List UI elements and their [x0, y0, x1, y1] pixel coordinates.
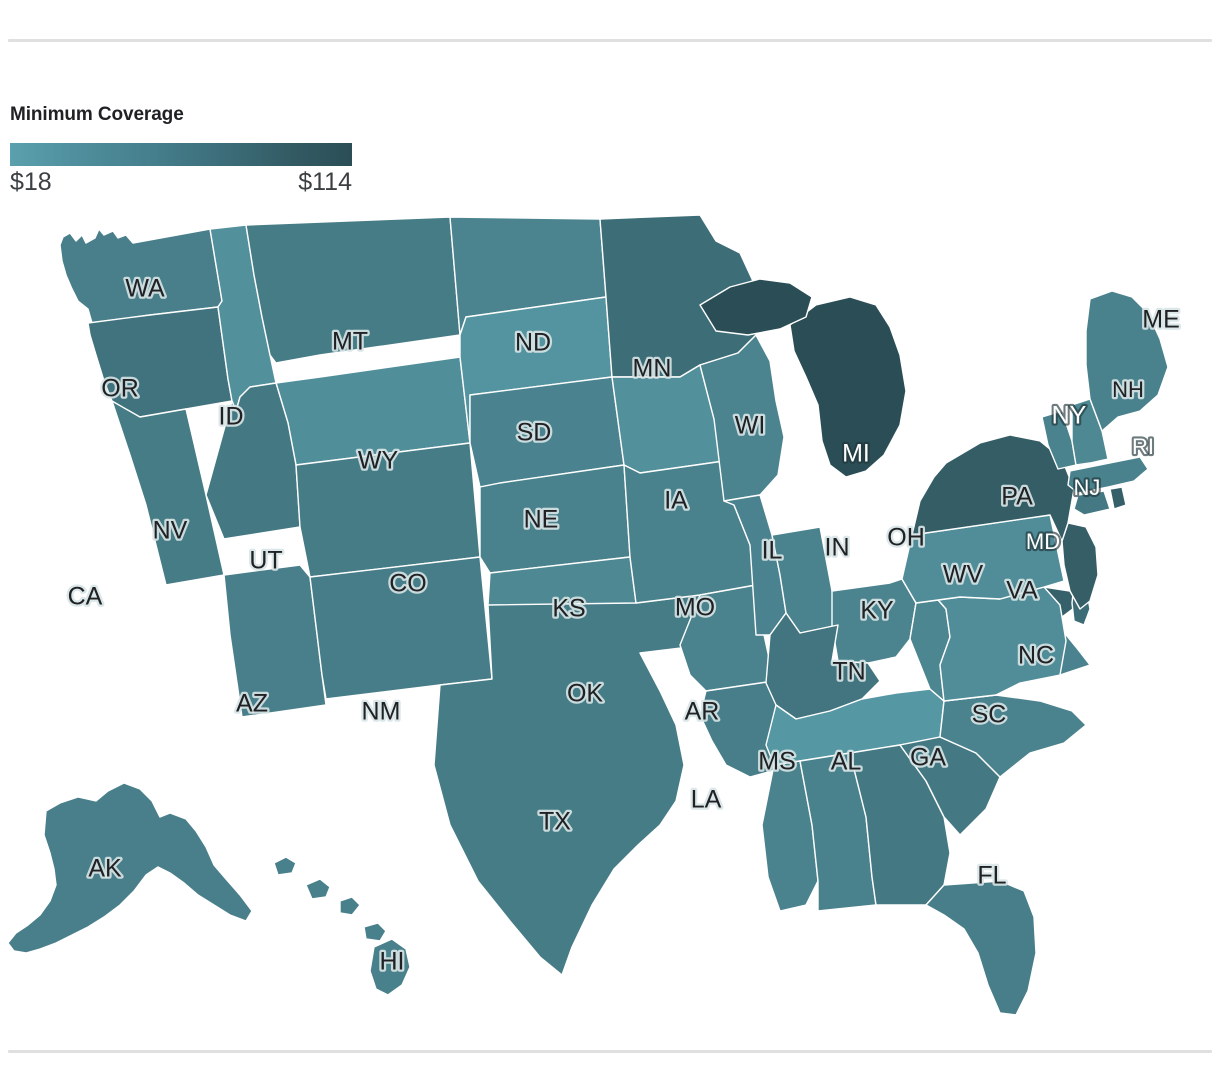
state-label-me: ME — [1142, 306, 1180, 334]
state-label-nd: ND — [515, 329, 551, 357]
state-label-ga: GA — [910, 744, 946, 772]
state-label-ar: AR — [685, 698, 720, 726]
state-label-wa: WA — [125, 275, 165, 303]
state-label-tx: TX — [539, 808, 571, 836]
state-label-nv: NV — [153, 517, 188, 545]
state-fl[interactable] — [925, 880, 1037, 1015]
state-label-id: ID — [219, 403, 244, 431]
state-label-ri: RI — [1132, 434, 1154, 459]
state-label-wv: WV — [943, 561, 984, 589]
state-label-pa: PA — [1001, 483, 1033, 511]
state-ak[interactable] — [7, 782, 253, 954]
state-label-ky: KY — [860, 597, 894, 625]
state-or[interactable] — [87, 306, 233, 422]
state-label-wy: WY — [358, 447, 399, 475]
state-label-ak: AK — [88, 855, 122, 883]
legend-min-label: $18 — [10, 168, 52, 196]
us-choropleth-map: WA OR ID MT WY NV UT CO CA AZ NM ND SD NE KS OK TX MN IA MO… — [0, 205, 1220, 1015]
state-label-sc: SC — [972, 701, 1007, 729]
legend-gradient-bar — [10, 143, 352, 166]
state-label-nj: NJ — [1074, 475, 1101, 500]
state-label-co: CO — [389, 570, 427, 598]
state-shapes-group — [7, 214, 1169, 1015]
state-label-hi: HI — [380, 948, 405, 976]
state-label-ny: NY — [1052, 402, 1087, 430]
state-label-az: AZ — [236, 690, 268, 718]
state-label-tn: TN — [832, 658, 865, 686]
map-legend: Minimum Coverage $18 $114 — [10, 104, 410, 196]
state-ri[interactable] — [1109, 486, 1127, 510]
state-label-mi: MI — [842, 440, 870, 468]
state-label-ia: IA — [664, 487, 688, 515]
legend-max-label: $114 — [298, 168, 352, 196]
state-label-fl: FL — [977, 862, 1006, 890]
bottom-divider — [8, 1050, 1212, 1053]
state-label-in: IN — [825, 534, 850, 562]
state-label-nh: NH — [1112, 377, 1144, 402]
state-label-mn: MN — [633, 355, 672, 383]
state-label-va: VA — [1006, 577, 1038, 605]
state-label-sd: SD — [517, 419, 552, 447]
legend-title: Minimum Coverage — [10, 104, 184, 125]
state-label-mo: MO — [675, 594, 715, 622]
state-label-ok: OK — [567, 680, 603, 708]
state-label-al: AL — [831, 748, 862, 776]
state-label-nm: NM — [362, 698, 401, 726]
state-label-nc: NC — [1018, 642, 1054, 670]
state-label-il: IL — [762, 537, 783, 565]
state-label-ms: MS — [758, 748, 796, 776]
state-label-la: LA — [691, 786, 722, 814]
state-label-ks: KS — [552, 595, 585, 623]
map-page: Minimum Coverage $18 $114 WA OR ID MT WY NV UT… — [0, 0, 1220, 1084]
state-label-mt: MT — [332, 328, 368, 356]
state-label-or: OR — [101, 375, 139, 403]
state-label-ca: CA — [68, 583, 103, 611]
state-label-wi: WI — [735, 412, 766, 440]
state-label-ne: NE — [524, 506, 559, 534]
top-divider — [8, 39, 1212, 42]
state-label-ut: UT — [249, 547, 282, 575]
state-label-md: MD — [1026, 529, 1060, 554]
state-label-oh: OH — [887, 524, 925, 552]
legend-scale: $18 $114 — [10, 168, 352, 196]
